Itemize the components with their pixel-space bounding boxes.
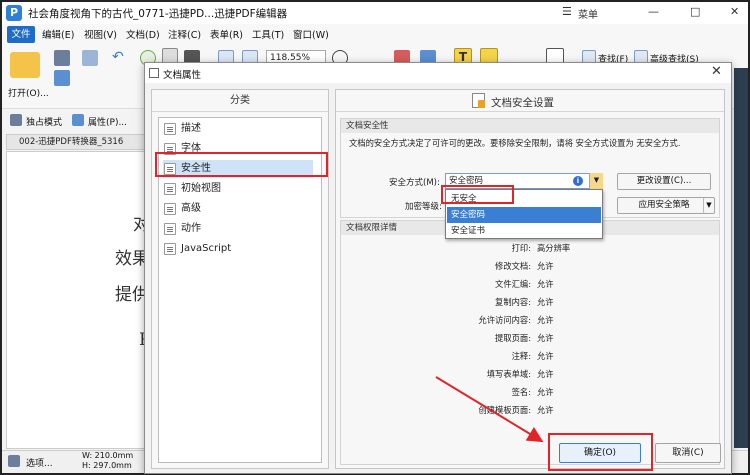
annotation-arrow <box>435 376 544 443</box>
annotation-arrow-line <box>435 376 544 443</box>
